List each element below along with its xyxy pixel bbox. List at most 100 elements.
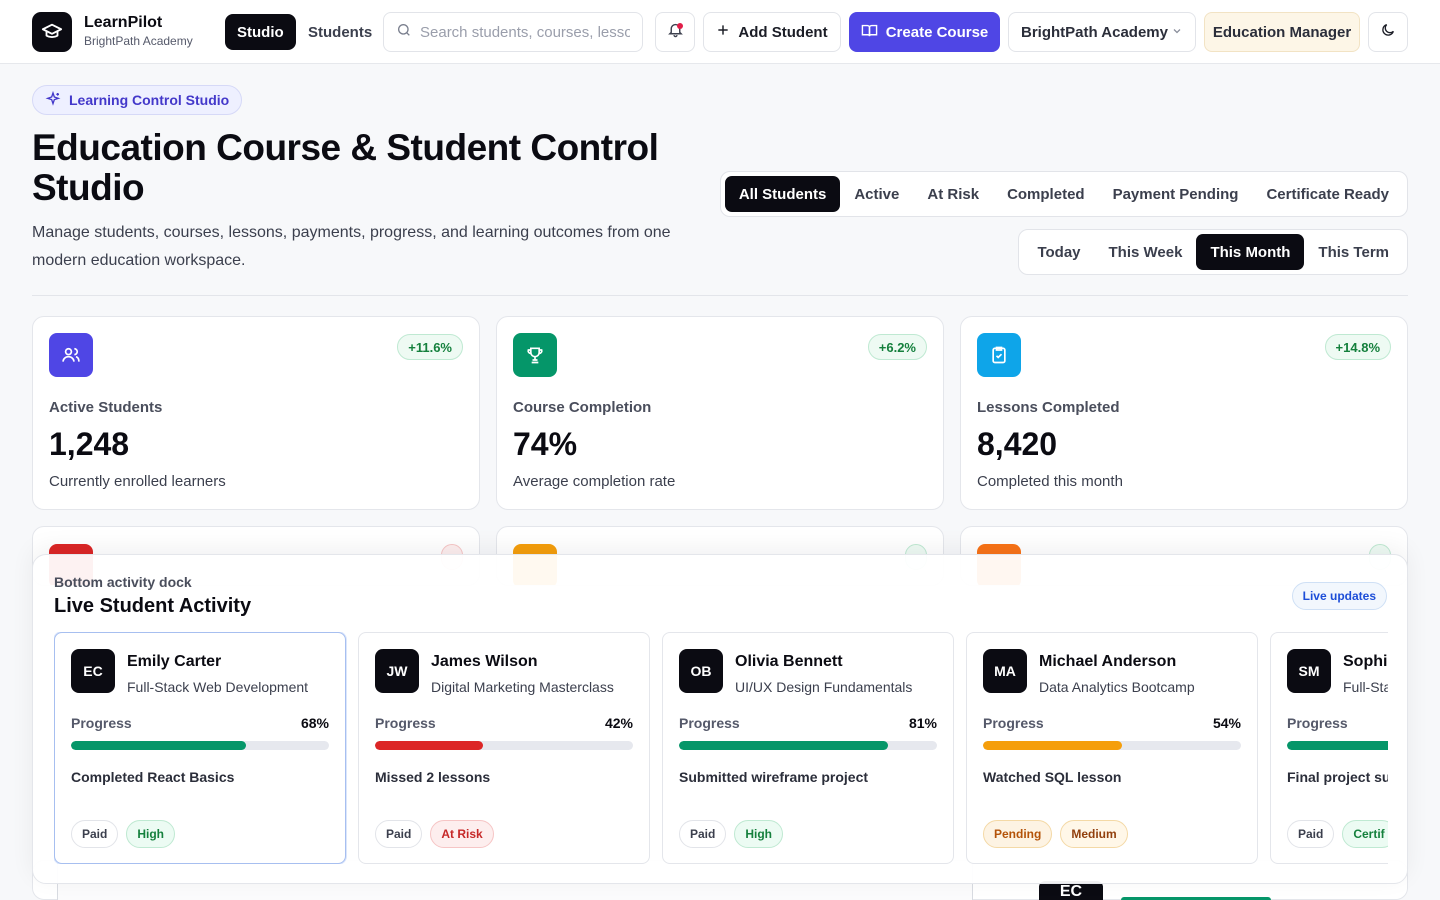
nav-studio[interactable]: Studio (225, 14, 296, 50)
search-box[interactable] (383, 12, 643, 52)
tab-today[interactable]: Today (1023, 234, 1094, 270)
top-bar: LearnPilot BrightPath Academy Studio Stu… (0, 0, 1440, 64)
student-name: Sophi (1343, 653, 1388, 670)
progress-label: Progress (1287, 715, 1348, 731)
student-name: Michael Anderson (1039, 653, 1177, 670)
recent-activity: Final project su (1287, 769, 1388, 785)
academy-select-value: BrightPath Academy (1021, 23, 1168, 41)
studio-pill: Learning Control Studio (32, 85, 243, 115)
progress-fill (375, 741, 484, 750)
progress-fill (679, 741, 888, 750)
brand-name: LearnPilot (84, 13, 163, 31)
theme-toggle-button[interactable] (1368, 12, 1408, 52)
progress-track (679, 741, 937, 750)
payment-badge: Pending (983, 820, 1053, 848)
student-name: James Wilson (431, 653, 538, 670)
student-activity-card[interactable]: JW James Wilson Digital Marketing Master… (358, 632, 650, 864)
live-updates-badge[interactable]: Live updates (1291, 582, 1387, 610)
search-input[interactable] (420, 23, 630, 41)
period-filter-tabs: Today This Week This Month This Term (1018, 229, 1408, 275)
progress-track (983, 741, 1241, 750)
search-icon (396, 22, 412, 43)
stat-value: 8,420 (977, 426, 1058, 462)
tab-all-students[interactable]: All Students (724, 176, 841, 212)
avatar: JW (375, 649, 419, 693)
stat-change: +6.2% (867, 334, 927, 360)
chevron-down-icon (1171, 24, 1183, 41)
stat-card-course-completion[interactable]: +6.2% Course Completion 74% Average comp… (496, 316, 944, 510)
status-badge: Certif (1342, 820, 1388, 848)
activity-dock: Bottom activity dock Live Student Activi… (32, 554, 1408, 884)
status-filter-tabs: All Students Active At Risk Completed Pa… (719, 171, 1408, 217)
add-student-label: Add Student (738, 23, 828, 41)
avatar: EC (71, 649, 115, 693)
brand: LearnPilot BrightPath Academy (84, 14, 193, 49)
progress-value: 54% (1212, 715, 1241, 731)
progress-fill (1287, 741, 1388, 750)
add-student-button[interactable]: Add Student (703, 12, 841, 52)
tab-this-month[interactable]: This Month (1196, 234, 1305, 270)
page-subtitle: Manage students, courses, lessons, payme… (32, 224, 671, 269)
stat-description: Completed this month (977, 473, 1123, 490)
student-activity-card[interactable]: EC Emily Carter Full-Stack Web Developme… (54, 632, 346, 864)
studio-pill-label: Learning Control Studio (69, 92, 230, 108)
create-course-button[interactable]: Create Course (849, 12, 1000, 52)
stat-card-lessons-completed[interactable]: +14.8% Lessons Completed 8,420 Completed… (960, 316, 1408, 510)
tab-this-term[interactable]: This Term (1304, 234, 1403, 270)
student-name: Emily Carter (127, 653, 222, 670)
users-icon (49, 333, 93, 377)
graduation-cap-icon[interactable] (32, 11, 72, 52)
status-badge: High (734, 820, 784, 848)
tab-this-week[interactable]: This Week (1095, 234, 1197, 270)
progress-value: 42% (604, 715, 633, 731)
stat-description: Average completion rate (513, 473, 676, 490)
stat-label: Course Completion (513, 399, 652, 416)
student-course: Full-Stack Web Development (127, 679, 309, 695)
progress-track (71, 741, 329, 750)
student-activity-card[interactable]: SM Sophi Full-Sta Progress Final project… (1270, 632, 1388, 864)
notifications-button[interactable] (655, 12, 695, 52)
tab-completed[interactable]: Completed (993, 176, 1099, 212)
dock-kicker: Bottom activity dock (54, 574, 192, 590)
student-course: Full-Sta (1343, 679, 1388, 695)
dock-title: Live Student Activity (54, 595, 252, 617)
stat-label: Active Students (49, 399, 163, 416)
book-open-icon (861, 22, 878, 43)
progress-track (1287, 741, 1388, 750)
activity-track[interactable]: EC Emily Carter Full-Stack Web Developme… (54, 632, 1388, 864)
academy-select[interactable]: BrightPath Academy (1008, 12, 1196, 52)
create-course-label: Create Course (885, 23, 989, 41)
stat-value: 74% (513, 426, 578, 462)
stat-card-active-students[interactable]: +11.6% Active Students 1,248 Currently e… (32, 316, 480, 510)
payment-badge: Paid (375, 820, 423, 848)
recent-activity: Submitted wireframe project (679, 769, 869, 785)
stat-change: +11.6% (397, 334, 463, 360)
clipboard-check-icon (977, 333, 1021, 377)
tab-at-risk[interactable]: At Risk (913, 176, 993, 212)
stat-change: +14.8% (1324, 334, 1391, 360)
recent-activity: Watched SQL lesson (983, 769, 1122, 785)
tab-active[interactable]: Active (840, 176, 913, 212)
plus-icon (716, 23, 730, 41)
nav-students[interactable]: Students (296, 14, 384, 50)
stat-label: Lessons Completed (977, 399, 1120, 416)
progress-value: 68% (300, 715, 329, 731)
sparkles-icon (45, 90, 61, 110)
progress-label: Progress (375, 715, 436, 731)
stat-value: 1,248 (49, 426, 130, 462)
student-course: UI/UX Design Fundamentals (735, 679, 913, 695)
progress-fill (71, 741, 247, 750)
notification-dot (677, 23, 683, 29)
avatar: SM (1287, 649, 1331, 693)
tab-payment-pending[interactable]: Payment Pending (1099, 176, 1253, 212)
student-course: Digital Marketing Masterclass (431, 679, 614, 695)
tab-certificate-ready[interactable]: Certificate Ready (1252, 176, 1403, 212)
student-activity-card[interactable]: MA Michael Anderson Data Analytics Bootc… (966, 632, 1258, 864)
student-activity-card[interactable]: OB Olivia Bennett UI/UX Design Fundament… (662, 632, 954, 864)
role-badge[interactable]: Education Manager (1204, 12, 1360, 52)
payment-badge: Paid (1287, 820, 1335, 848)
avatar: MA (983, 649, 1027, 693)
student-course: Data Analytics Bootcamp (1039, 679, 1195, 695)
status-badge: High (126, 820, 176, 848)
trophy-icon (513, 333, 557, 377)
